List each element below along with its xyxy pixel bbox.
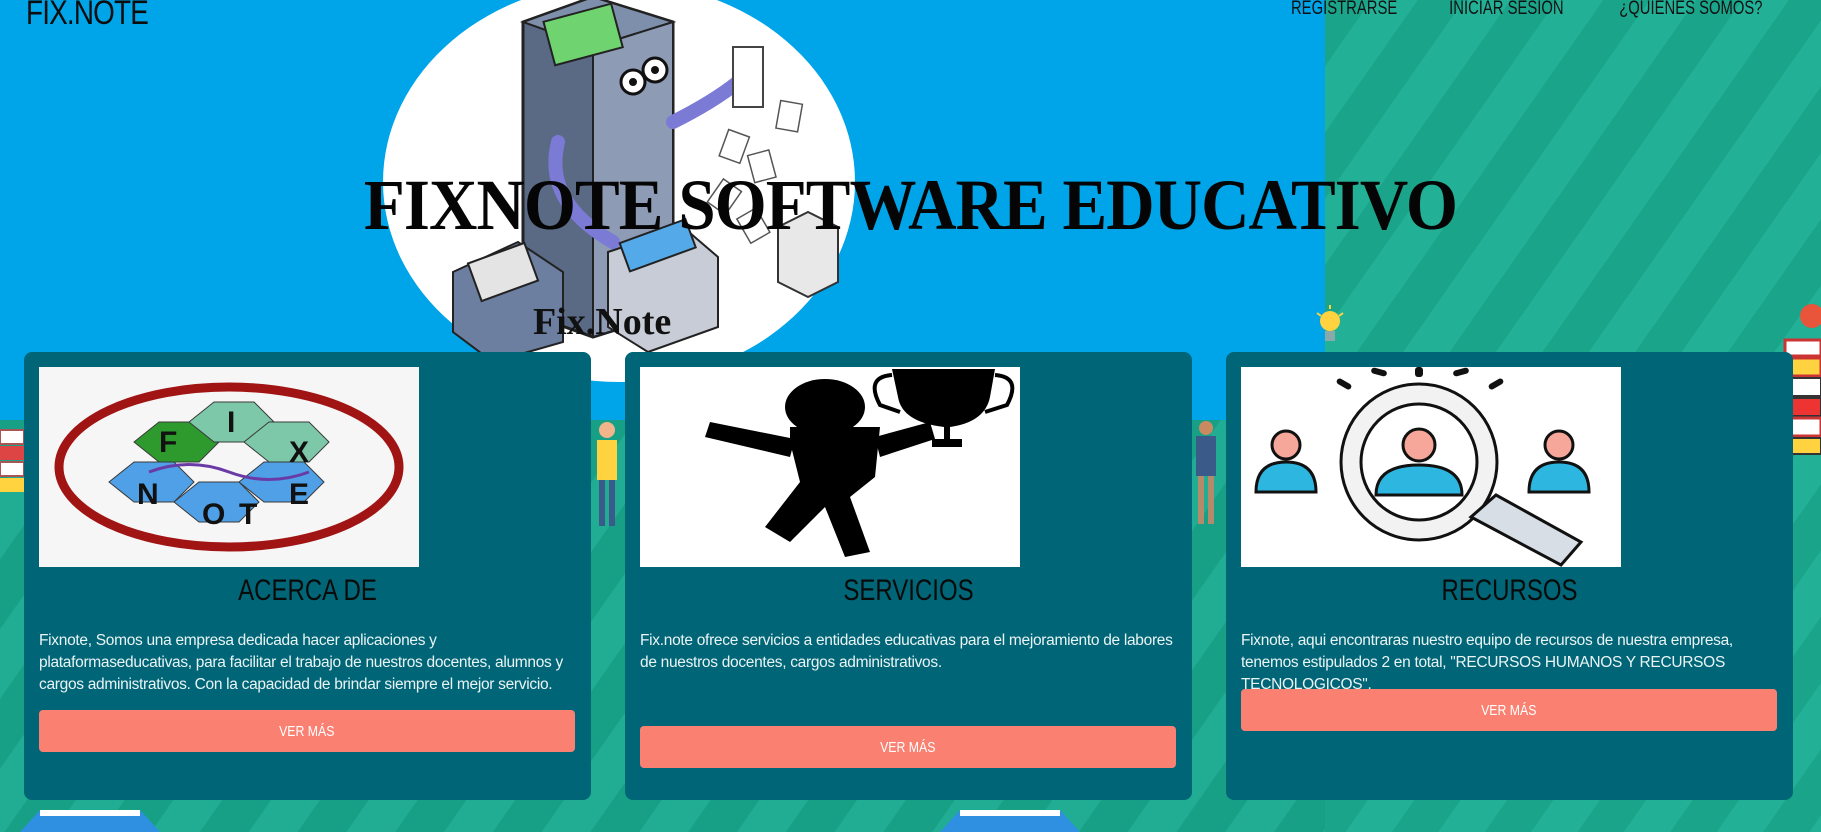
card-services-more-label: VER MÁS — [880, 738, 936, 756]
card-resources-more-button[interactable]: VER MÁS — [1241, 689, 1777, 731]
person-illustration — [597, 422, 617, 526]
hero-logo-caption: Fix.Note — [533, 301, 672, 343]
card-services: SERVICIOS Fix.note ofrece servicios a en… — [625, 352, 1192, 800]
trophy-winner-icon — [705, 369, 1015, 557]
lightbulb-icon — [1316, 305, 1344, 341]
logo-letter-e: E — [289, 478, 309, 511]
bottom-shelf-illustration — [20, 810, 1080, 832]
logo-letter-t: T — [239, 498, 257, 531]
nav-about-link[interactable]: ¿QUIENES SOMOS? — [1620, 0, 1763, 20]
card-services-title: SERVICIOS — [843, 574, 974, 607]
logo-letter-f: F — [159, 426, 177, 459]
card-about: F I X N O T E ACERCA DE Fixnote, Somos u… — [24, 352, 591, 800]
fixnote-logo-image: F I X N O T E — [39, 367, 419, 567]
logo-letter-o: O — [202, 498, 225, 531]
card-services-text: Fix.note ofrece servicios a entidades ed… — [640, 632, 1173, 671]
person-illustration-2 — [1196, 421, 1216, 524]
card-about-title: ACERCA DE — [238, 574, 377, 607]
card-resources-title: RECURSOS — [1441, 574, 1578, 607]
card-about-more-label: VER MÁS — [279, 722, 335, 740]
card-about-text: Fixnote, Somos una empresa dedicada hace… — [39, 632, 563, 693]
card-resources: RECURSOS Fixnote, aqui encontraras nuest… — [1226, 352, 1793, 800]
card-about-more-button[interactable]: VER MÁS — [39, 710, 575, 752]
top-navigation: REGISTRARSE INICIAR SESION ¿QUIENES SOMO… — [1276, 0, 1783, 20]
book-stack-left-illustration — [0, 429, 25, 492]
resources-image — [1241, 367, 1621, 567]
magnifier-people-icon — [1254, 367, 1591, 567]
card-resources-text: Fixnote, aqui encontraras nuestro equipo… — [1241, 632, 1733, 693]
services-image — [640, 367, 1020, 567]
logo-letter-x: X — [289, 436, 309, 469]
page-title: FIXNOTE SOFTWARE EDUCATIVO — [363, 165, 1458, 245]
logo-letter-n: N — [137, 478, 159, 511]
card-services-more-button[interactable]: VER MÁS — [640, 726, 1176, 768]
brand-logo-text[interactable]: FIX.NOTE — [26, 0, 149, 33]
logo-letter-i: I — [227, 406, 235, 439]
nav-register-link[interactable]: REGISTRARSE — [1291, 0, 1397, 20]
nav-login-link[interactable]: INICIAR SESION — [1449, 0, 1563, 20]
card-resources-more-label: VER MÁS — [1481, 701, 1537, 719]
fixnote-logo-icon: F I X N O T E — [54, 382, 404, 552]
